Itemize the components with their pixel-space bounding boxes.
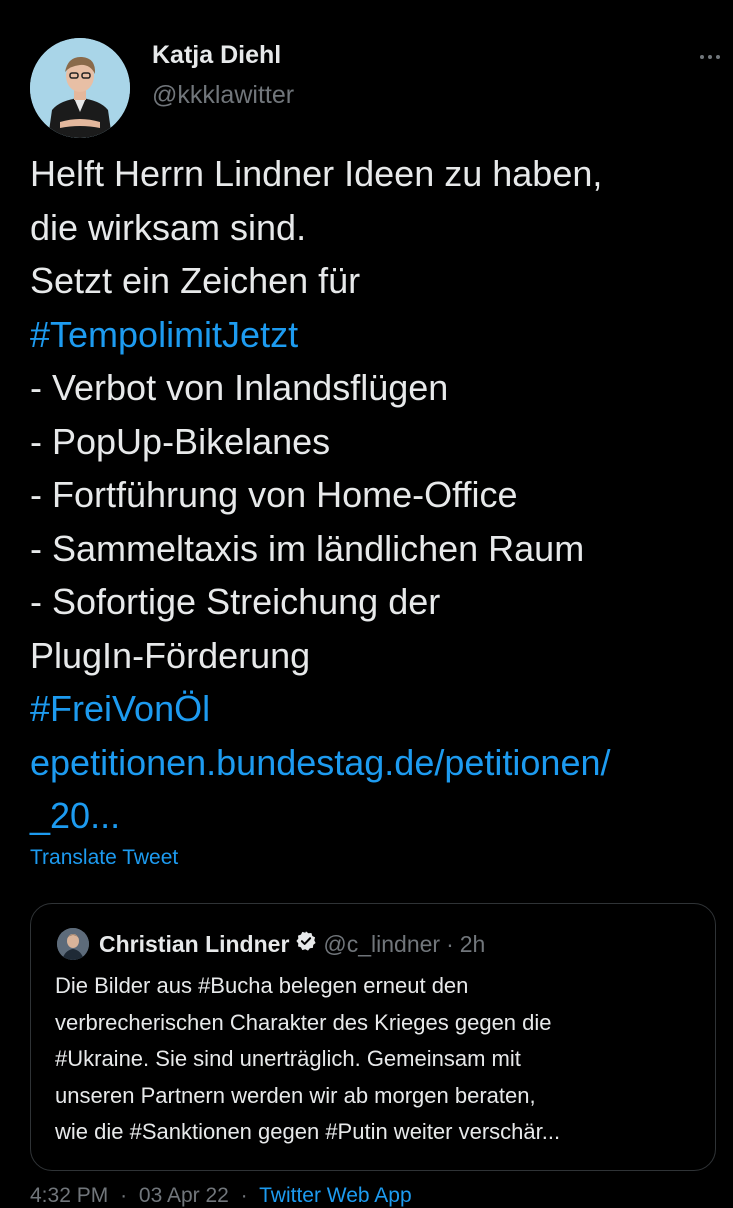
tweet-line: - Fortführung von Home-Office (30, 474, 518, 515)
quoted-tweet-line: Die Bilder aus #Bucha belegen erneut den (55, 973, 469, 998)
tweet-text: Helft Herrn Lindner Ideen zu haben, die … (30, 147, 730, 843)
more-options-button[interactable] (690, 45, 730, 69)
more-horizontal-icon (708, 55, 712, 59)
tweet-date: 03 Apr 22 (138, 1184, 229, 1207)
quoted-author-name: Christian Lindner (99, 930, 290, 957)
tweet-time: 4:32 PM (30, 1184, 109, 1207)
tweet-line: - Sammeltaxis im ländlichen Raum (30, 527, 585, 569)
quoted-author-avatar (57, 928, 89, 960)
quoted-tweet-line: #Ukraine. Sie sind unerträglich. Gemeins… (55, 1046, 521, 1071)
tweet-line: Helft Herrn Lindner Ideen zu haben, (30, 153, 603, 194)
separator-dot: · (240, 1184, 248, 1207)
petition-link[interactable]: epetitionen.bundestag.de/petitionen/ (30, 736, 730, 790)
quoted-tweet-line: unseren Partnern werden wir ab morgen be… (55, 1082, 536, 1108)
tweet-metadata: 4:32 PM · 03 Apr 22 · Twitter Web App (30, 1184, 412, 1208)
quoted-tweet-line: verbrecherischen Charakter des Krieges g… (55, 1009, 552, 1035)
separator-dot: · (446, 930, 454, 957)
author-avatar-image (30, 38, 130, 138)
quoted-tweet-line: wie die #Sanktionen gegen #Putin weiter … (55, 1119, 561, 1144)
quoted-author-handle: @c_lindner (323, 930, 441, 957)
quoted-tweet-header: Christian Lindner @c_lindner · 2h (99, 928, 485, 960)
tweet-line: - Sofortige Streichung der (30, 581, 441, 622)
separator-dot: · (120, 1184, 128, 1207)
quoted-tweet-card[interactable]: Christian Lindner @c_lindner · 2h Die Bi… (30, 903, 716, 1171)
author-handle[interactable]: @kkklawitter (152, 81, 294, 110)
quoted-author-avatar-image (57, 928, 89, 960)
hashtag-link[interactable]: #TempolimitJetzt (30, 308, 730, 362)
tweet-line: die wirksam sind. (30, 206, 307, 248)
quoted-tweet-text: Die Bilder aus #Bucha belegen erneut den… (55, 968, 705, 1151)
translate-tweet-link[interactable]: Translate Tweet (30, 846, 178, 870)
tweet-line: PlugIn-Förderung (30, 634, 311, 676)
more-horizontal-icon (716, 55, 720, 59)
tweet-line: Setzt ein Zeichen für (30, 260, 361, 301)
more-horizontal-icon (700, 55, 704, 59)
tweet-line: - Verbot von Inlandsflügen (30, 367, 449, 408)
petition-link[interactable]: _20... (30, 789, 730, 843)
tweet-source-link[interactable]: Twitter Web App (259, 1184, 412, 1207)
author-avatar[interactable] (30, 38, 130, 138)
author-name[interactable]: Katja Diehl (152, 41, 281, 70)
quoted-tweet-time: 2h (459, 930, 486, 957)
hashtag-link[interactable]: #FreiVonÖl (30, 682, 730, 736)
tweet-line: - PopUp-Bikelanes (30, 420, 331, 462)
verified-badge-icon (295, 930, 317, 958)
